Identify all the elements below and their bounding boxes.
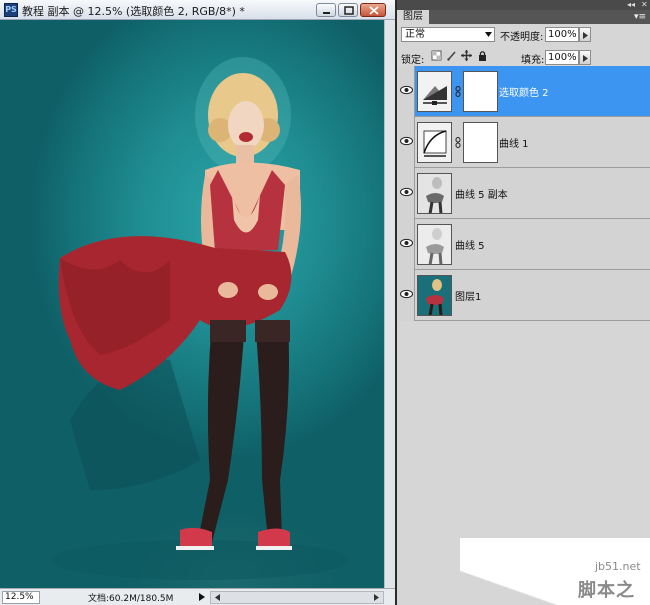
layer-image-thumbnail[interactable] [417, 224, 452, 265]
eye-icon [400, 85, 413, 95]
zoom-field[interactable]: 12.5% [2, 591, 40, 604]
visibility-toggle[interactable] [397, 66, 415, 117]
minimize-button[interactable] [316, 3, 336, 17]
blend-mode-value: 正常 [405, 29, 425, 40]
document-title: 教程 副本 @ 12.5% (选取颜色 2, RGB/8*) * [22, 5, 245, 18]
watermark-site-name: 脚本之家 [578, 580, 635, 601]
fill-field[interactable]: 100% [545, 50, 579, 65]
status-menu-arrow-icon[interactable] [198, 592, 206, 602]
eye-icon [400, 289, 413, 299]
chevron-down-icon [485, 32, 492, 37]
eye-icon [400, 136, 413, 146]
document-titlebar[interactable]: PS 教程 副本 @ 12.5% (选取颜色 2, RGB/8*) * [0, 0, 395, 20]
collapse-panel-icon[interactable]: ◂◂ [627, 0, 635, 10]
layer-row-selective-color-2[interactable]: 选取颜色 2 [397, 66, 650, 117]
close-button[interactable] [360, 3, 386, 17]
close-icon [369, 6, 379, 15]
photoshop-app-icon: PS [4, 3, 18, 17]
fill-label: 填充: [521, 55, 545, 66]
mask-link-icon[interactable] [455, 86, 461, 97]
layer-row-curves-1[interactable]: 曲线 1 [397, 117, 650, 168]
mask-link-icon[interactable] [455, 137, 461, 148]
lock-image-pixels-icon[interactable] [446, 50, 457, 61]
visibility-toggle[interactable] [397, 117, 415, 168]
chevron-right-icon [583, 32, 588, 39]
close-panel-icon[interactable]: ✕ [641, 0, 648, 10]
photoshop-workspace: PS 教程 副本 @ 12.5% (选取颜色 2, RGB/8*) * 12.5… [0, 0, 650, 605]
scroll-right-icon[interactable] [372, 593, 381, 602]
panel-menu-icon[interactable]: ▾≡ [634, 12, 646, 22]
layer-name: 图层1 [455, 292, 482, 303]
eye-icon [400, 238, 413, 248]
maximize-icon [344, 6, 354, 15]
lock-position-icon[interactable] [461, 50, 472, 61]
fill-slider-button[interactable] [579, 50, 591, 65]
visibility-toggle[interactable] [397, 270, 415, 321]
maximize-button[interactable] [338, 3, 358, 17]
minimize-icon [323, 12, 330, 14]
layer-row-curves-5[interactable]: 曲线 5 [397, 219, 650, 270]
panel-tab-bar: 图层 ▾≡ [397, 10, 650, 24]
selective-color-adjustment-icon[interactable] [417, 71, 452, 112]
blend-mode-select[interactable]: 正常 [401, 27, 495, 42]
chevron-right-icon [583, 55, 588, 62]
opacity-field[interactable]: 100% [545, 27, 579, 42]
lock-label: 锁定: [401, 55, 425, 66]
layer-name: 选取颜色 2 [499, 88, 549, 99]
status-bar: 12.5% 文档:60.2M/180.5M [0, 588, 395, 605]
visibility-toggle[interactable] [397, 168, 415, 219]
layers-panel: ◂◂ ✕ 图层 ▾≡ 正常 不透明度: 100% 锁定: 填充: 100% 选取… [397, 0, 650, 605]
scroll-left-icon[interactable] [213, 593, 222, 602]
visibility-toggle[interactable] [397, 219, 415, 270]
curves-adjustment-icon[interactable] [417, 122, 452, 163]
panel-dock-strip: ◂◂ ✕ [397, 0, 650, 10]
image-canvas[interactable] [0, 20, 384, 588]
document-size-info: 文档:60.2M/180.5M [88, 594, 174, 604]
lock-all-icon[interactable] [477, 50, 488, 61]
watermark-url: jb51.net [595, 560, 641, 573]
layer-mask-thumbnail[interactable] [463, 122, 498, 163]
opacity-slider-button[interactable] [579, 27, 591, 42]
vertical-scrollbar[interactable] [384, 20, 395, 588]
canvas-artwork [50, 57, 350, 580]
tab-layers[interactable]: 图层 [397, 10, 429, 24]
lock-transparent-pixels-icon[interactable] [431, 50, 442, 61]
horizontal-scrollbar[interactable] [210, 591, 384, 604]
layer-name: 曲线 5 [455, 241, 485, 252]
eye-icon [400, 187, 413, 197]
layer-image-thumbnail[interactable] [417, 275, 452, 316]
layer-name: 曲线 5 副本 [455, 190, 508, 201]
layer-row-layer-1[interactable]: 图层1 [397, 270, 650, 321]
layer-mask-thumbnail[interactable] [463, 71, 498, 112]
layer-image-thumbnail[interactable] [417, 173, 452, 214]
layer-row-curves-5-copy[interactable]: 曲线 5 副本 [397, 168, 650, 219]
layer-name: 曲线 1 [499, 139, 529, 150]
document-window: PS 教程 副本 @ 12.5% (选取颜色 2, RGB/8*) * 12.5… [0, 0, 395, 605]
opacity-label: 不透明度: [500, 32, 544, 43]
